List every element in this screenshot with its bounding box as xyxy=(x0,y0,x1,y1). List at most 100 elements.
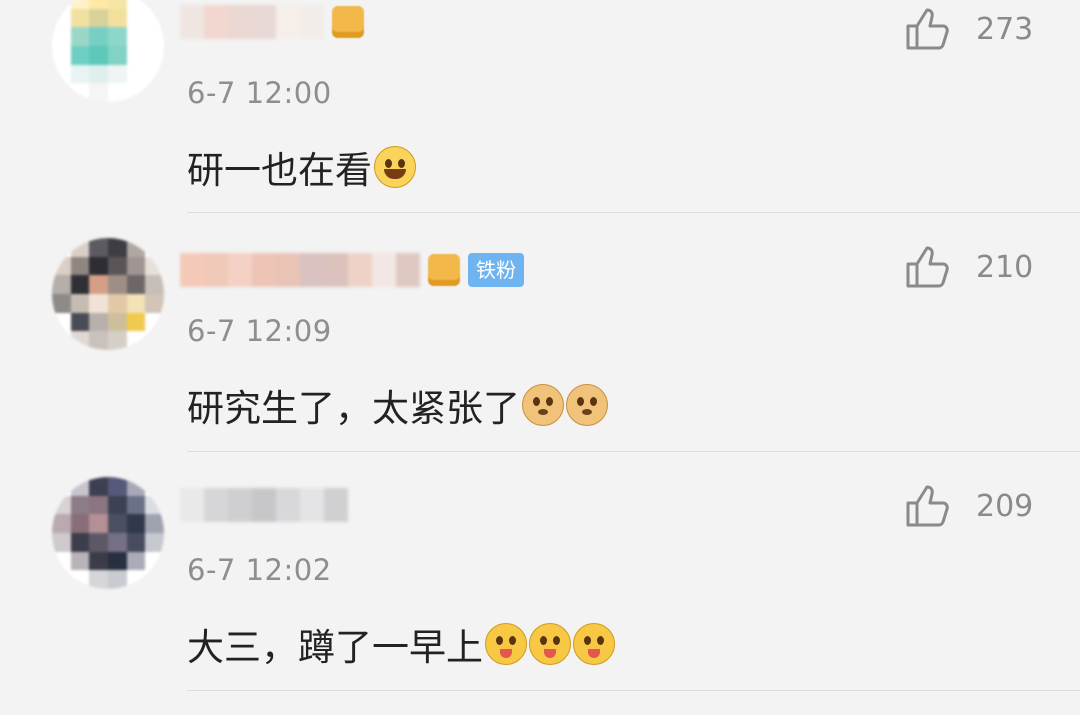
avatar-pixel xyxy=(70,238,90,257)
avatar-pixel xyxy=(70,45,90,65)
avatar-pixel xyxy=(145,532,164,552)
avatar-pixel xyxy=(145,551,164,571)
comment-text-content: 大三，蹲了一早上 xyxy=(187,626,483,669)
avatar-pixel xyxy=(145,256,164,276)
avatar-pixel xyxy=(145,570,164,589)
avatar-pixel xyxy=(89,8,108,28)
avatar-pixel xyxy=(89,275,108,294)
username[interactable] xyxy=(180,4,364,40)
doge-emoji-icon xyxy=(566,384,608,426)
avatar-pixel xyxy=(89,293,108,313)
comment-item: 6-7 12:00 研一也在看 273 xyxy=(0,0,1080,238)
avatar-pixel xyxy=(52,477,71,496)
avatar-pixel xyxy=(126,477,146,496)
avatar-pixel xyxy=(52,293,71,313)
avatar-pixel xyxy=(70,532,90,552)
avatar-pixel xyxy=(126,83,146,102)
avatar-pixel xyxy=(52,514,71,533)
avatar-pixel xyxy=(126,64,146,84)
avatar-pixel xyxy=(52,495,71,515)
avatar-pixel xyxy=(70,27,90,46)
avatar-pixel xyxy=(89,532,108,552)
like-button[interactable]: 273 xyxy=(904,6,1033,52)
avatar-pixel xyxy=(107,256,127,276)
avatar-pixel xyxy=(52,256,71,276)
avatar-pixel xyxy=(52,238,71,257)
avatar-pixel xyxy=(70,495,90,515)
avatar-pixel xyxy=(52,64,71,84)
comment-item: 6-7 12:02 大三，蹲了一早上 209 xyxy=(0,477,1080,715)
avatar-pixel xyxy=(126,238,146,257)
avatar-pixel xyxy=(107,312,127,332)
avatar-pixel xyxy=(89,495,108,515)
avatar[interactable] xyxy=(52,238,164,350)
avatar-pixel xyxy=(52,570,71,589)
comment-item: 铁粉 6-7 12:09 研究生了，太紧张了 210 xyxy=(0,238,1080,476)
avatar-pixel xyxy=(107,83,127,102)
avatar-pixel xyxy=(145,0,164,9)
avatar-pixel xyxy=(89,83,108,102)
comment-time: 6-7 12:09 xyxy=(187,314,332,348)
avatar-pixel xyxy=(145,8,164,28)
avatar-pixel xyxy=(107,275,127,294)
username-blurred xyxy=(180,253,420,287)
like-button[interactable]: 209 xyxy=(904,483,1033,529)
avatar-pixel xyxy=(126,570,146,589)
comment-text: 研一也在看 xyxy=(187,140,416,194)
avatar-pixel xyxy=(89,27,108,46)
laugh-cry-emoji-icon xyxy=(374,146,416,188)
like-button[interactable]: 210 xyxy=(904,244,1033,290)
avatar-pixel xyxy=(52,0,71,9)
avatar-pixel xyxy=(145,293,164,313)
avatar-pixel xyxy=(126,293,146,313)
avatar-pixel xyxy=(70,64,90,84)
avatar-pixel xyxy=(107,27,127,46)
avatar-pixel xyxy=(70,275,90,294)
thumbs-up-icon[interactable] xyxy=(904,6,950,52)
avatar-pixel xyxy=(126,331,146,350)
avatar-pixel xyxy=(70,551,90,571)
comment-divider xyxy=(187,451,1080,452)
username[interactable]: 铁粉 xyxy=(180,252,524,288)
avatar-pixel xyxy=(145,275,164,294)
avatar-pixel xyxy=(107,0,127,9)
avatar-pixel xyxy=(126,312,146,332)
avatar-pixel xyxy=(126,256,146,276)
avatar-pixel xyxy=(70,312,90,332)
avatar[interactable] xyxy=(52,477,164,589)
avatar-pixel xyxy=(70,83,90,102)
avatar-pixel xyxy=(126,532,146,552)
avatar-pixel xyxy=(145,83,164,102)
avatar-pixel xyxy=(107,64,127,84)
avatar-pixel xyxy=(107,495,127,515)
username-blurred xyxy=(180,488,348,522)
avatar-pixel xyxy=(107,477,127,496)
avatar[interactable] xyxy=(52,0,164,102)
avatar-pixel xyxy=(107,8,127,28)
avatar-pixel xyxy=(52,331,71,350)
tongue-emoji-icon xyxy=(485,623,527,665)
avatar-pixel xyxy=(107,331,127,350)
avatar-pixel xyxy=(52,83,71,102)
avatar-pixel xyxy=(145,45,164,65)
avatar-pixel xyxy=(70,331,90,350)
avatar-pixel xyxy=(107,45,127,65)
tongue-emoji-icon xyxy=(573,623,615,665)
comment-text: 研究生了，太紧张了 xyxy=(187,378,608,432)
username[interactable] xyxy=(180,487,348,523)
avatar-pixel xyxy=(126,275,146,294)
tongue-emoji-icon xyxy=(529,623,571,665)
avatar-pixel xyxy=(70,8,90,28)
thumbs-up-icon[interactable] xyxy=(904,244,950,290)
avatar-pixel xyxy=(107,293,127,313)
avatar-pixel xyxy=(52,532,71,552)
comment-text-content: 研究生了，太紧张了 xyxy=(187,387,520,430)
member-badge-icon xyxy=(332,6,364,38)
avatar-pixel xyxy=(107,514,127,533)
avatar-pixel xyxy=(126,27,146,46)
thumbs-up-icon[interactable] xyxy=(904,483,950,529)
avatar-pixel xyxy=(126,551,146,571)
avatar-pixel xyxy=(89,331,108,350)
avatar-pixel xyxy=(89,312,108,332)
avatar-pixel xyxy=(70,0,90,9)
